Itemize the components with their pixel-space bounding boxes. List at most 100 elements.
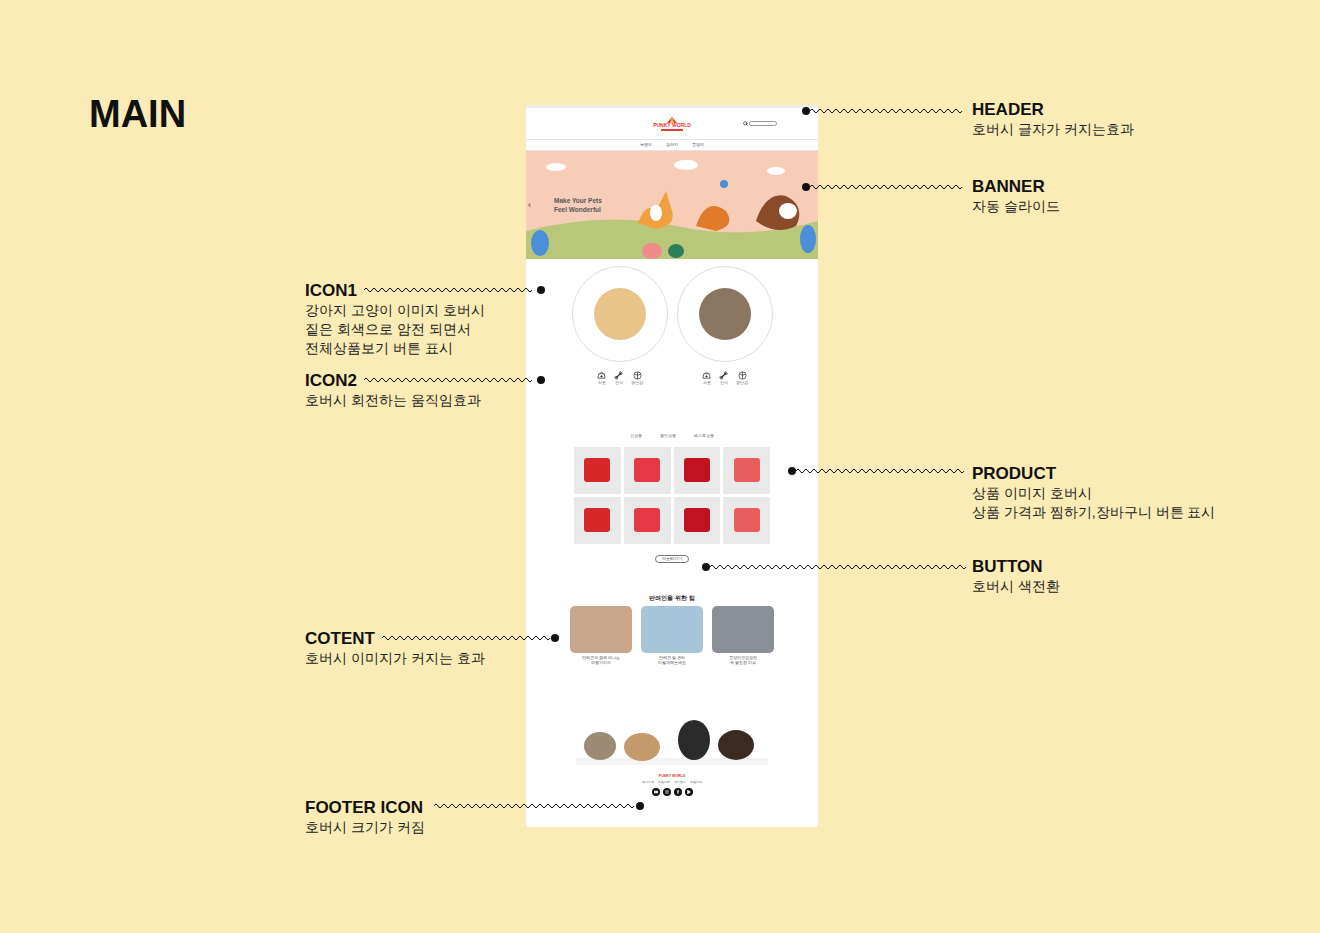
cat-photo[interactable] [677,266,773,362]
food-icon[interactable] [597,371,606,380]
wavy-connector [810,183,968,191]
website-mockup: PUNKY WORLD 브랜드 강아지 고양이 ‹ Make Your PetsFeel … [526,105,818,827]
nav-bar: 브랜드 강아지 고양이 [526,140,818,151]
product-image[interactable] [674,447,721,494]
annotation-dot [802,183,810,191]
youtube-icon[interactable] [652,788,660,796]
annotation-dot [802,107,810,115]
banner-illustration [526,151,818,259]
tip-card[interactable]: 반려견 털 관리이렇게 해보세요 [641,606,703,666]
annotation-dot [636,802,644,810]
annotation-description: 호버시 회전하는 움직임효과 [305,391,481,410]
annotation-dot [537,376,545,384]
annotation-description: 강아지 고양이 이미지 호버시 [305,301,485,320]
annotation-description: 상품 이미지 호버시 [972,484,1215,503]
annotation-description: 호버시 색전환 [972,577,1060,596]
tip-card[interactable]: 반려견과 함께 떠나는여행 가이드 [570,606,632,666]
logo[interactable]: PUNKY WORLD [659,775,685,779]
category-link[interactable]: 간식 [614,371,623,386]
banner-headline: Make Your PetsFeel Wonderful [554,196,602,214]
category-link[interactable]: 사료 [702,371,711,386]
annotation-description: 호버시 글자가 커지는효과 [972,120,1134,139]
slide: MAIN PUNKY WORLD 브랜드 강아지 고양이 ‹ Make Your PetsF… [0,0,1320,933]
tent-icon [666,116,678,123]
annotation-label: FOOTER ICON [305,798,425,818]
product-image[interactable] [574,447,621,494]
banner: ‹ Make Your PetsFeel Wonderful [526,151,818,259]
category-link[interactable]: 장난감 [736,371,748,386]
annotation: FOOTER ICON호버시 크기가 커짐 [305,798,425,837]
annotation: BANNER자동 슬라이드 [972,177,1060,216]
footer-links: 회사소개 이용약관 개인정보 이용안내 [526,781,818,784]
more-button[interactable]: 더 보러가기 [655,555,690,563]
annotation-label: BUTTON [972,557,1060,577]
banner-prev-arrow[interactable]: ‹ [526,201,531,210]
footer-link[interactable]: 회사소개 [642,781,654,784]
footer-link[interactable]: 이용안내 [690,781,702,784]
product-tabs: 신상품 할인상품 베스트상품 [526,434,818,438]
annotation: BUTTON호버시 색전환 [972,557,1060,596]
wavy-connector [796,467,968,475]
search-icon[interactable] [743,121,748,126]
annotation-label: PRODUCT [972,464,1215,484]
annotation-label: BANNER [972,177,1060,197]
product-image[interactable] [674,497,721,544]
annotation-label: ICON2 [305,371,481,391]
tips-cards: 반려견과 함께 떠나는여행 가이드반려견 털 관리이렇게 해보세요고양이 건강검… [526,606,818,666]
toy-icon[interactable] [633,371,642,380]
nav-item[interactable]: 강아지 [666,143,678,147]
annotation-dot [551,634,559,642]
pets-photo [576,712,768,765]
wavy-connector [382,634,551,642]
annotation: PRODUCT상품 이미지 호버시상품 가격과 찜하기,장바구니 버튼 표시 [972,464,1215,522]
facebook-icon[interactable] [674,788,682,796]
category-link[interactable]: 간식 [719,371,728,386]
product-tab[interactable]: 할인상품 [660,434,676,438]
wavy-connector [364,286,537,294]
footer-link[interactable]: 이용약관 [658,781,670,784]
annotation-dot [788,467,796,475]
product-grid [574,447,770,544]
category-link[interactable]: 장난감 [631,371,643,386]
annotation-label: HEADER [972,100,1134,120]
product-image[interactable] [723,447,770,494]
annotation-description: 자동 슬라이드 [972,197,1060,216]
slide-title: MAIN [89,92,186,136]
annotation: ICON2호버시 회전하는 움직임효과 [305,371,481,410]
tips-title: 반려인을 위한 팁 [526,595,818,602]
product-image[interactable] [624,497,671,544]
annotation-dot [702,563,710,571]
nav-item[interactable]: 브랜드 [640,143,652,147]
play-icon[interactable] [685,788,693,796]
annotation-description: 호버시 이미지가 커지는 효과 [305,649,485,668]
search-input[interactable] [749,121,777,126]
product-image[interactable] [624,447,671,494]
wavy-connector [364,376,537,384]
footer-icons [526,788,818,796]
bone-icon[interactable] [719,371,728,380]
logo[interactable]: PUNKY WORLD [653,116,691,131]
annotation-description: 전체상품보기 버튼 표시 [305,339,485,358]
wavy-connector [434,802,636,810]
annotation-description: 짙은 회색으로 암전 되면서 [305,320,485,339]
product-tab[interactable]: 신상품 [630,434,642,438]
footer-link[interactable]: 개인정보 [674,781,686,784]
toy-icon[interactable] [738,371,747,380]
dog-photo[interactable] [572,266,668,362]
annotation-dot [537,286,545,294]
product-image[interactable] [723,497,770,544]
nav-item[interactable]: 고양이 [692,143,704,147]
annotation: ICON1강아지 고양이 이미지 호버시짙은 회색으로 암전 되면서전체상품보기… [305,281,485,358]
annotation: HEADER호버시 글자가 커지는효과 [972,100,1134,139]
tip-card[interactable]: 고양이 건강검진꼭 필요한 이유 [712,606,774,666]
pet-categories: 사료 간식 장난감 사료 간식 장난감 [526,259,818,386]
bone-icon[interactable] [614,371,623,380]
annotation-description: 호버시 크기가 커짐 [305,818,425,837]
wavy-connector [710,563,968,571]
product-image[interactable] [574,497,621,544]
category-link[interactable]: 사료 [597,371,606,386]
food-icon[interactable] [702,371,711,380]
annotation-label: COTENT [305,629,485,649]
instagram-icon[interactable] [663,788,671,796]
product-tab[interactable]: 베스트상품 [694,434,714,438]
